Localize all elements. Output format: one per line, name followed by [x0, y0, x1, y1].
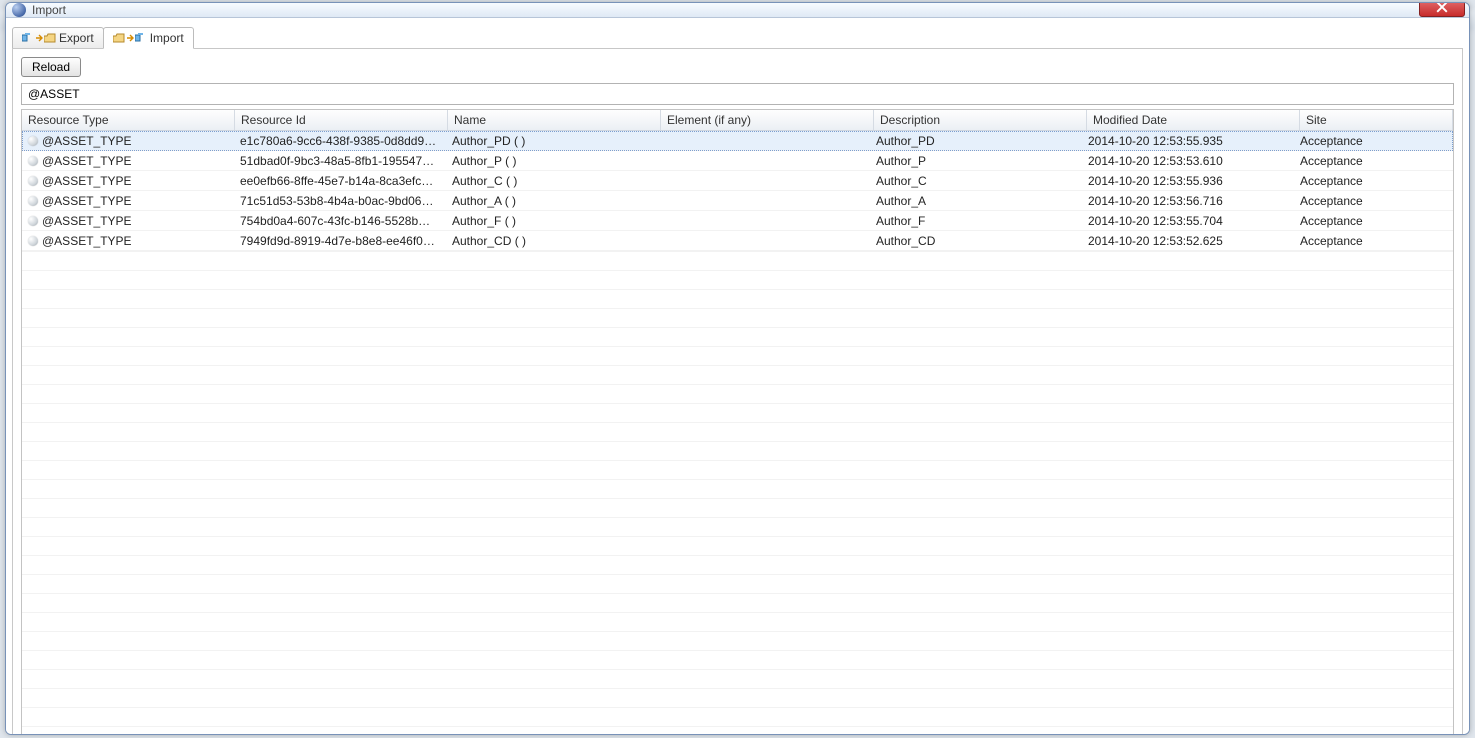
cell-resource-type: @ASSET_TYPE [22, 191, 234, 210]
cell-element [658, 171, 870, 190]
table-row[interactable]: @ASSET_TYPE 754bd0a4-607c-43fc-b146-5528b… [22, 211, 1453, 231]
cell-description: Author_PD [870, 131, 1082, 150]
resource-icon [28, 196, 38, 206]
tab-import-label: Import [150, 31, 184, 45]
tabstrip: Export Import [12, 22, 1463, 49]
col-site[interactable]: Site [1300, 110, 1453, 130]
cell-modified-date: 2014-10-20 12:53:55.936 [1082, 171, 1294, 190]
resource-icon [28, 156, 38, 166]
cell-modified-date: 2014-10-20 12:53:55.935 [1082, 131, 1294, 150]
table-row[interactable]: @ASSET_TYPE 71c51d53-53b8-4b4a-b0ac-9bd06… [22, 191, 1453, 211]
cell-element [658, 191, 870, 210]
export-icon [22, 33, 56, 43]
cell-name: Author_A ( ) [446, 191, 658, 210]
cell-resource-type-text: @ASSET_TYPE [42, 154, 132, 168]
table-row[interactable]: @ASSET_TYPE 7949fd9d-8919-4d7e-b8e8-ee46f… [22, 231, 1453, 251]
resource-icon [28, 216, 38, 226]
cell-description: Author_CD [870, 231, 1082, 250]
table-row[interactable]: @ASSET_TYPE e1c780a6-9cc6-438f-9385-0d8dd… [22, 131, 1453, 151]
col-resource-id[interactable]: Resource Id [235, 110, 448, 130]
cell-name: Author_PD ( ) [446, 131, 658, 150]
cell-resource-id: e1c780a6-9cc6-438f-9385-0d8dd9… [234, 131, 446, 150]
cell-resource-type-text: @ASSET_TYPE [42, 234, 132, 248]
cell-description: Author_P [870, 151, 1082, 170]
cell-resource-id: 51dbad0f-9bc3-48a5-8fb1-195547… [234, 151, 446, 170]
cell-description: Author_A [870, 191, 1082, 210]
cell-site: Acceptance [1294, 151, 1453, 170]
cell-site: Acceptance [1294, 171, 1453, 190]
cell-resource-id: 754bd0a4-607c-43fc-b146-5528b… [234, 211, 446, 230]
resource-icon [28, 236, 38, 246]
import-pane: Reload Resource Type Resource Id Name El… [12, 49, 1463, 735]
cell-site: Acceptance [1294, 211, 1453, 230]
table-row[interactable]: @ASSET_TYPE ee0efb66-8ffe-45e7-b14a-8ca3e… [22, 171, 1453, 191]
cell-resource-id: 7949fd9d-8919-4d7e-b8e8-ee46f0… [234, 231, 446, 250]
window-title: Import [32, 3, 1419, 17]
cell-element [658, 151, 870, 170]
cell-name: Author_C ( ) [446, 171, 658, 190]
cell-name: Author_F ( ) [446, 211, 658, 230]
cell-description: Author_C [870, 171, 1082, 190]
reload-button[interactable]: Reload [21, 57, 81, 77]
cell-name: Author_P ( ) [446, 151, 658, 170]
cell-element [658, 231, 870, 250]
results-grid[interactable]: Resource Type Resource Id Name Element (… [21, 109, 1454, 735]
cell-resource-type: @ASSET_TYPE [22, 171, 234, 190]
col-resource-type[interactable]: Resource Type [22, 110, 235, 130]
cell-resource-type-text: @ASSET_TYPE [42, 194, 132, 208]
cell-description: Author_F [870, 211, 1082, 230]
cell-resource-type: @ASSET_TYPE [22, 231, 234, 250]
cell-modified-date: 2014-10-20 12:53:53.610 [1082, 151, 1294, 170]
cell-resource-type: @ASSET_TYPE [22, 131, 234, 150]
cell-modified-date: 2014-10-20 12:53:52.625 [1082, 231, 1294, 250]
cell-modified-date: 2014-10-20 12:53:56.716 [1082, 191, 1294, 210]
col-name[interactable]: Name [448, 110, 661, 130]
filter-row [21, 83, 1454, 105]
cell-modified-date: 2014-10-20 12:53:55.704 [1082, 211, 1294, 230]
import-icon [113, 33, 147, 43]
dialog-window: Import Export I [5, 2, 1470, 735]
app-icon [12, 3, 26, 17]
cell-resource-id: ee0efb66-8ffe-45e7-b14a-8ca3efc… [234, 171, 446, 190]
resource-icon [28, 136, 38, 146]
dialog-content: Export Import Reload Resource Type [6, 18, 1469, 735]
cell-element [658, 131, 870, 150]
close-button[interactable] [1419, 2, 1465, 17]
cell-site: Acceptance [1294, 231, 1453, 250]
cell-resource-type-text: @ASSET_TYPE [42, 174, 132, 188]
cell-site: Acceptance [1294, 131, 1453, 150]
cell-element [658, 211, 870, 230]
filter-input[interactable] [21, 83, 1454, 105]
cell-resource-type: @ASSET_TYPE [22, 151, 234, 170]
cell-resource-id: 71c51d53-53b8-4b4a-b0ac-9bd06… [234, 191, 446, 210]
cell-name: Author_CD ( ) [446, 231, 658, 250]
grid-header: Resource Type Resource Id Name Element (… [22, 110, 1453, 131]
col-element[interactable]: Element (if any) [661, 110, 874, 130]
resource-icon [28, 176, 38, 186]
tab-import[interactable]: Import [103, 27, 194, 49]
cell-site: Acceptance [1294, 191, 1453, 210]
cell-resource-type-text: @ASSET_TYPE [42, 214, 132, 228]
tab-export-label: Export [59, 31, 94, 45]
table-row[interactable]: @ASSET_TYPE 51dbad0f-9bc3-48a5-8fb1-19554… [22, 151, 1453, 171]
tab-export[interactable]: Export [12, 27, 104, 48]
grid-body[interactable]: @ASSET_TYPE e1c780a6-9cc6-438f-9385-0d8dd… [22, 131, 1453, 735]
cell-resource-type: @ASSET_TYPE [22, 211, 234, 230]
col-description[interactable]: Description [874, 110, 1087, 130]
titlebar[interactable]: Import [6, 3, 1469, 18]
toolbar: Reload [21, 57, 1454, 77]
cell-resource-type-text: @ASSET_TYPE [42, 134, 132, 148]
col-modified-date[interactable]: Modified Date [1087, 110, 1300, 130]
close-icon [1436, 2, 1448, 13]
